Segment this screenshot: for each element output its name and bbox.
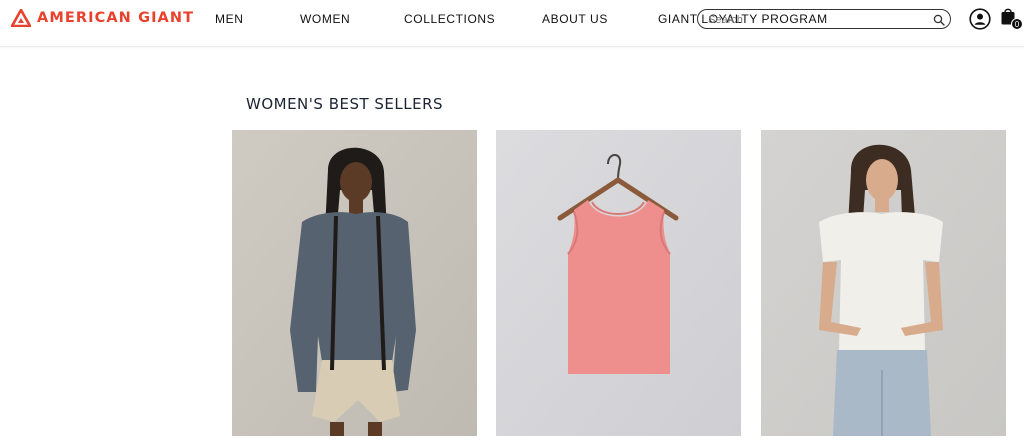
product-image-woman-white-tee	[761, 130, 1006, 436]
product-card-2[interactable]	[496, 130, 741, 436]
search-icon[interactable]	[933, 13, 945, 31]
product-image-woman-gray-sweatshirt	[232, 130, 477, 436]
user-account-icon[interactable]	[969, 8, 991, 35]
brand-logo[interactable]: AMERICAN GIANT	[11, 8, 194, 28]
product-image-pink-tank-top	[496, 130, 741, 436]
section-title: WOMEN'S BEST SELLERS	[246, 95, 444, 113]
nav-item-men[interactable]: MEN	[215, 12, 243, 26]
product-card-3[interactable]	[761, 130, 1006, 436]
search-box	[697, 9, 951, 29]
search-input[interactable]	[706, 12, 930, 28]
nav-item-women[interactable]: WOMEN	[300, 12, 350, 26]
brand-name: AMERICAN GIANT	[37, 10, 195, 26]
nav-item-about-us[interactable]: ABOUT US	[542, 12, 608, 26]
cart-count-badge: 0	[1011, 18, 1023, 30]
brand-logo-icon	[11, 9, 31, 27]
site-header: AMERICAN GIANT MEN WOMEN COLLECTIONS ABO…	[0, 0, 1024, 47]
nav-item-collections[interactable]: COLLECTIONS	[404, 12, 495, 26]
product-card-1[interactable]	[232, 130, 477, 436]
